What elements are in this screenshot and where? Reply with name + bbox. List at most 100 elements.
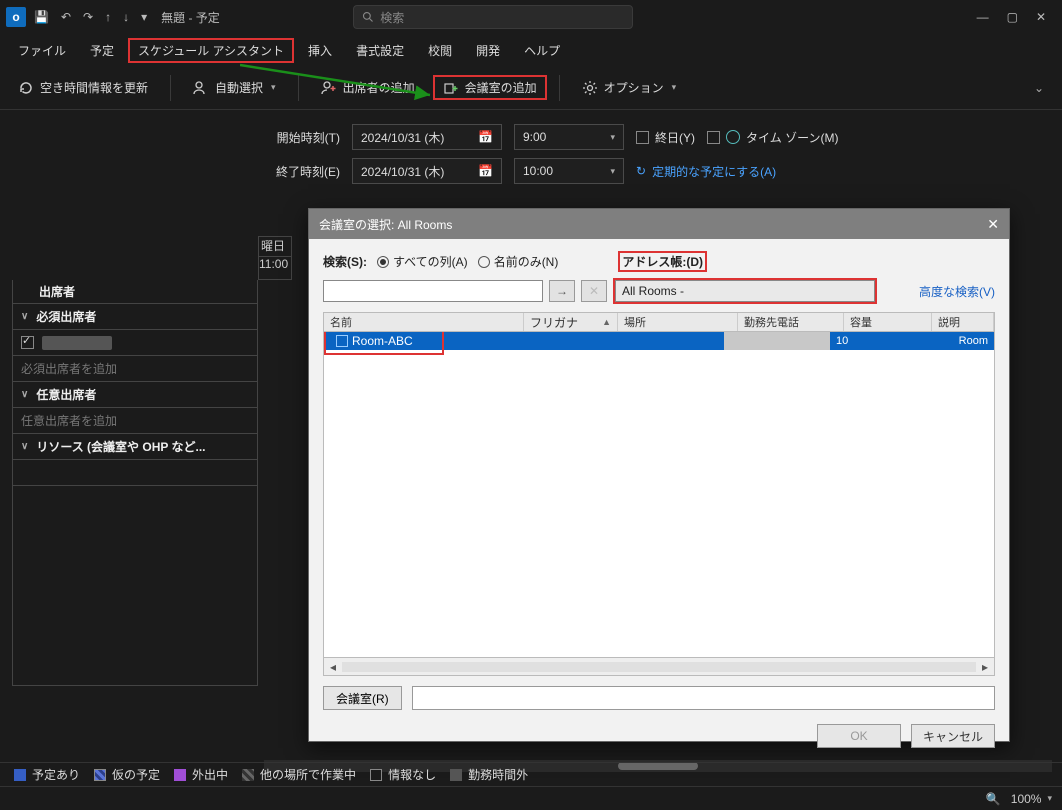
scroll-left-icon[interactable]: ◂	[324, 660, 342, 674]
end-time-label: 終了時刻(E)	[270, 163, 340, 180]
add-room-button[interactable]: 会議室の追加	[433, 75, 547, 100]
allday-checkbox[interactable]: 終日(Y)	[636, 129, 695, 146]
refresh-freebusy-label: 空き時間情報を更新	[40, 79, 148, 96]
col-capacity[interactable]: 容量	[844, 313, 932, 331]
rooms-field-button[interactable]: 会議室(R)	[323, 686, 402, 710]
globe-icon	[726, 130, 740, 144]
add-optional-placeholder[interactable]: 任意出席者を追加	[12, 408, 258, 434]
undo-icon[interactable]: ↶	[61, 10, 71, 24]
addressbook-label: アドレス帳:(D)	[622, 255, 703, 269]
menu-appointment[interactable]: 予定	[80, 38, 124, 63]
add-required-placeholder[interactable]: 必須出席者を追加	[12, 356, 258, 382]
ribbon-collapse-button[interactable]: ⌄	[1024, 81, 1054, 95]
room-icon	[336, 335, 348, 347]
minimize-button[interactable]: —	[977, 10, 989, 24]
col-location[interactable]: 場所	[618, 313, 738, 331]
menu-file[interactable]: ファイル	[8, 38, 76, 63]
grid-time-header: 11:00	[258, 256, 292, 280]
dialog-title: 会議室の選択: All Rooms	[319, 216, 452, 233]
search-placeholder: 検索	[380, 9, 404, 26]
add-resource-placeholder[interactable]	[12, 460, 258, 486]
results-header: 名前 フリガナ▲ 場所 勤務先電話 容量 説明	[323, 312, 995, 332]
maximize-button[interactable]: ▢	[1007, 10, 1018, 24]
end-time-picker[interactable]: 10:00▾	[514, 158, 624, 184]
add-attendee-label: 出席者の追加	[343, 79, 415, 96]
results-list[interactable]: Room-ABC 10 Room	[323, 332, 995, 658]
make-recurring-link[interactable]: ↻ 定期的な予定にする(A)	[636, 163, 776, 180]
person-add-icon	[321, 80, 337, 96]
app-icon: o	[6, 7, 26, 27]
zoom-dropdown[interactable]: 100%▾	[1011, 792, 1052, 806]
result-row[interactable]: Room-ABC 10 Room	[324, 332, 994, 350]
close-button[interactable]: ✕	[1036, 10, 1046, 24]
addressbook-select[interactable]: All Rooms -	[615, 280, 875, 302]
menu-review[interactable]: 校閲	[418, 38, 462, 63]
calendar-icon: 📅	[478, 130, 493, 144]
grid-day-header: 曜日	[258, 236, 292, 256]
room-search-input[interactable]	[323, 280, 543, 302]
legend-working-elsewhere: 他の場所で作業中	[242, 766, 356, 783]
menu-scheduling-assistant[interactable]: スケジュール アシスタント	[128, 38, 294, 63]
radio-name-only[interactable]: 名前のみ(N)	[478, 253, 559, 270]
menu-help[interactable]: ヘルプ	[514, 38, 570, 63]
zoom-icon[interactable]: 🔍	[986, 792, 1001, 806]
auto-select-label: 自動選択	[215, 79, 263, 96]
radio-all-columns[interactable]: すべての列(A)	[377, 253, 468, 270]
menu-insert[interactable]: 挿入	[298, 38, 342, 63]
refresh-freebusy-button[interactable]: 空き時間情報を更新	[8, 75, 158, 100]
col-furigana[interactable]: フリガナ▲	[524, 313, 618, 331]
attendee-row[interactable]	[12, 330, 258, 356]
go-button[interactable]: →	[549, 280, 575, 302]
menu-format[interactable]: 書式設定	[346, 38, 414, 63]
col-name[interactable]: 名前	[324, 313, 524, 331]
grid-blank	[12, 486, 258, 686]
arrow-up-icon[interactable]: ↑	[105, 10, 111, 24]
save-icon[interactable]: 💾	[34, 10, 49, 24]
required-section[interactable]: ∨必須出席者	[12, 304, 258, 330]
qat-more-icon[interactable]: ▾	[141, 10, 147, 24]
arrow-down-icon[interactable]: ↓	[123, 10, 129, 24]
person-search-icon	[193, 80, 209, 96]
resources-section[interactable]: ∨リソース (会議室や OHP など...	[12, 434, 258, 460]
calendar-icon: 📅	[478, 164, 493, 178]
clear-search-button[interactable]: ✕	[581, 280, 607, 302]
scroll-right-icon[interactable]: ▸	[976, 660, 994, 674]
auto-select-button[interactable]: 自動選択 ▾	[183, 75, 286, 100]
optional-section[interactable]: ∨任意出席者	[12, 382, 258, 408]
window-title: 無題 - 予定	[161, 9, 220, 26]
redo-icon[interactable]: ↷	[83, 10, 93, 24]
refresh-icon	[18, 80, 34, 96]
col-phone[interactable]: 勤務先電話	[738, 313, 844, 331]
attendees-header: 出席者	[12, 280, 258, 304]
rooms-field-input[interactable]	[412, 686, 995, 710]
legend-busy: 予定あり	[14, 766, 80, 783]
legend-noinfo: 情報なし	[370, 766, 436, 783]
search-label: 検索(S):	[323, 253, 367, 270]
options-button[interactable]: オプション ▾	[572, 75, 687, 100]
add-attendee-button[interactable]: 出席者の追加	[311, 75, 425, 100]
gear-icon	[582, 80, 598, 96]
add-room-label: 会議室の追加	[465, 79, 537, 96]
legend-offhours: 勤務時間外	[450, 766, 528, 783]
timezones-checkbox[interactable]: タイム ゾーン(M)	[707, 129, 838, 146]
start-time-label: 開始時刻(T)	[270, 129, 340, 146]
room-add-icon	[443, 80, 459, 96]
start-time-picker[interactable]: 9:00▾	[514, 124, 624, 150]
cancel-button[interactable]: キャンセル	[911, 724, 995, 748]
start-date-picker[interactable]: 2024/10/31 (木)📅	[352, 124, 502, 150]
chevron-down-icon: ▾	[672, 82, 677, 93]
advanced-search-link[interactable]: 高度な検索(V)	[919, 283, 995, 300]
menu-developer[interactable]: 開発	[466, 38, 510, 63]
results-hscrollbar[interactable]: ◂ ▸	[323, 658, 995, 676]
chevron-down-icon: ▾	[271, 82, 276, 93]
legend-tentative: 仮の予定	[94, 766, 160, 783]
select-rooms-dialog: 会議室の選択: All Rooms ✕ 検索(S): すべての列(A) 名前のみ…	[308, 208, 1010, 742]
options-label: オプション	[604, 79, 664, 96]
recurrence-icon: ↻	[636, 164, 646, 178]
search-icon	[362, 11, 374, 23]
col-description[interactable]: 説明	[932, 313, 994, 331]
search-input[interactable]: 検索	[353, 5, 633, 29]
end-date-picker[interactable]: 2024/10/31 (木)📅	[352, 158, 502, 184]
ok-button[interactable]: OK	[817, 724, 901, 748]
dialog-close-button[interactable]: ✕	[987, 216, 999, 233]
